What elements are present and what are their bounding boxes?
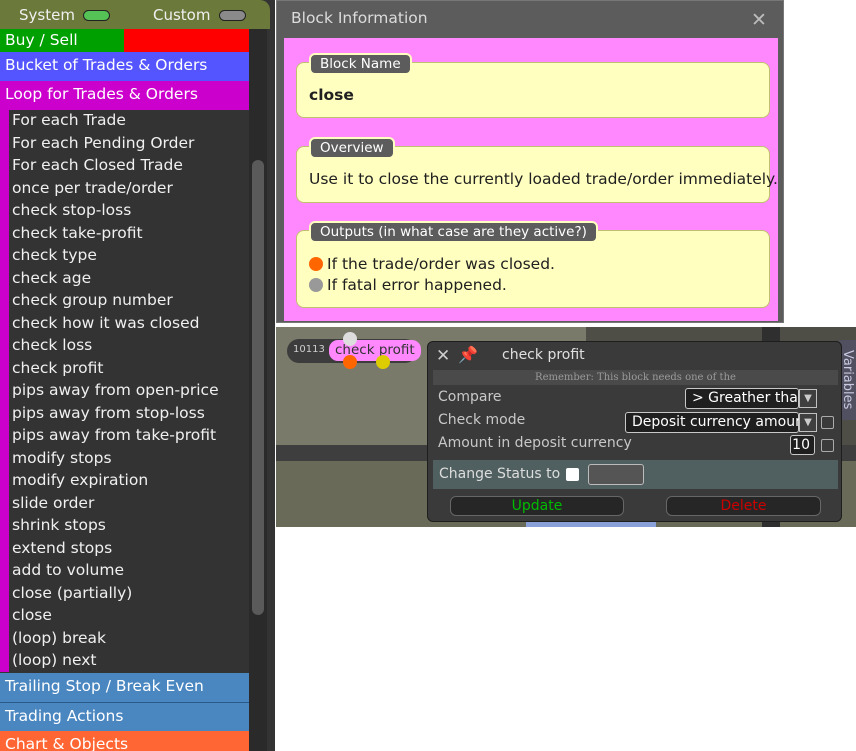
sidebar-block-item[interactable]: add to volume (12, 560, 124, 580)
dialog-title: check profit (502, 347, 585, 363)
sidebar-block-item[interactable]: (loop) break (12, 628, 106, 648)
update-button[interactable]: Update (450, 496, 624, 516)
sidebar-block-item[interactable]: check group number (12, 290, 173, 310)
sidebar-block-item[interactable]: check how it was closed (12, 313, 199, 333)
library-toggle-bar: System Custom (0, 0, 270, 29)
check-mode-select[interactable]: Deposit currency amount (625, 412, 809, 433)
chevron-down-icon[interactable]: ▼ (799, 413, 817, 432)
overview-text: Use it to close the currently loaded tra… (309, 170, 778, 188)
chevron-down-icon[interactable]: ▼ (799, 389, 817, 408)
delete-button[interactable]: Delete (666, 496, 821, 516)
sidebar-block-item[interactable]: modify expiration (12, 470, 148, 490)
sell-color-block (124, 29, 249, 52)
sidebar-block-item[interactable]: once per trade/order (12, 178, 173, 198)
amount-checkbox[interactable] (821, 439, 834, 452)
outputs-box: Outputs (in what case are they active?) … (296, 221, 770, 308)
sidebar-block-item[interactable]: check age (12, 268, 91, 288)
compare-label: Compare (438, 389, 502, 405)
sidebar-block-item[interactable]: pips away from take-profit (12, 425, 216, 445)
gray-dot-icon (309, 278, 323, 292)
amount-input[interactable]: 10 (790, 435, 815, 455)
sidebar-scroll-thumb[interactable] (252, 160, 264, 615)
category-chart-objects[interactable]: Chart & Objects (0, 731, 249, 751)
sidebar-block-item[interactable]: check loss (12, 335, 92, 355)
custom-toggle[interactable] (219, 10, 246, 21)
category-trailing[interactable]: Trailing Stop / Break Even (0, 673, 249, 702)
output-row: If fatal error happened. (309, 276, 507, 294)
loop-block-list: For each Trade For each Pending Order For … (0, 110, 249, 672)
sidebar-block-item[interactable]: For each Pending Order (12, 133, 194, 153)
sidebar-block-item[interactable]: (loop) next (12, 650, 96, 670)
change-status-checkbox[interactable] (566, 468, 579, 481)
sidebar-block-item[interactable]: pips away from stop-loss (12, 403, 205, 423)
custom-label: Custom (153, 6, 211, 24)
sidebar-block-item[interactable]: extend stops (12, 538, 112, 558)
sidebar-block-item[interactable]: close (partially) (12, 583, 132, 603)
sidebar-block-item[interactable]: pips away from open-price (12, 380, 219, 400)
sidebar-block-item[interactable]: check profit (12, 358, 104, 378)
check-mode-label: Check mode (438, 412, 526, 428)
check-profit-dialog: ✕ 📌 check profit Remember: This block ne… (427, 341, 842, 522)
box-label: Block Name (309, 53, 412, 75)
panel-body: Block Name close Overview Use it to clos… (284, 38, 778, 321)
category-buy-sell[interactable]: Buy / Sell (0, 29, 249, 52)
category-bucket[interactable]: Bucket of Trades & Orders (0, 52, 249, 81)
change-status-row: Change Status to (433, 460, 838, 489)
output-dot-icon[interactable] (343, 355, 357, 369)
box-label: Outputs (in what case are they active?) (309, 221, 598, 243)
block-id: 10113 (293, 344, 325, 355)
system-toggle[interactable] (83, 10, 110, 21)
blocks-sidebar: System Custom Buy / Sell Bucket of Trade… (0, 0, 275, 751)
output-text: If the trade/order was closed. (327, 255, 555, 273)
box-label: Overview (309, 137, 395, 159)
block-node-label[interactable]: check profit (329, 340, 421, 361)
orange-dot-icon (309, 257, 323, 271)
block-name-box: Block Name close (296, 53, 770, 118)
output-dot-icon[interactable] (376, 355, 390, 369)
overview-box: Overview Use it to close the currently l… (296, 137, 778, 203)
remember-note: Remember: This block needs one of the (433, 370, 838, 385)
category-loop[interactable]: Loop for Trades & Orders (0, 81, 249, 110)
sidebar-block-item[interactable]: check stop-loss (12, 200, 131, 220)
panel-title: Block Information (291, 9, 428, 27)
output-row: If the trade/order was closed. (309, 255, 555, 273)
sidebar-block-item[interactable]: For each Closed Trade (12, 155, 183, 175)
sidebar-block-item[interactable]: check type (12, 245, 97, 265)
category-label: Buy / Sell (5, 31, 78, 49)
category-stripe (0, 110, 9, 672)
pin-icon[interactable]: 📌 (458, 345, 478, 364)
change-status-label: Change Status to (439, 466, 561, 482)
input-dot-icon[interactable] (343, 332, 357, 346)
sidebar-block-item[interactable]: slide order (12, 493, 94, 513)
output-text: If fatal error happened. (327, 276, 507, 294)
sidebar-block-item[interactable]: close (12, 605, 52, 625)
category-trading-actions[interactable]: Trading Actions (0, 702, 249, 731)
sidebar-block-item[interactable]: shrink stops (12, 515, 106, 535)
check-mode-checkbox[interactable] (821, 416, 834, 429)
system-label: System (19, 6, 75, 24)
status-input[interactable] (588, 464, 644, 485)
amount-label: Amount in deposit currency (438, 435, 632, 451)
close-icon[interactable]: ✕ (751, 9, 767, 31)
sidebar-block-item[interactable]: check take-profit (12, 223, 143, 243)
sidebar-block-item[interactable]: For each Trade (12, 110, 126, 130)
compare-select[interactable]: > Greather than (685, 388, 807, 409)
sidebar-block-item[interactable]: modify stops (12, 448, 112, 468)
block-name: close (309, 86, 354, 104)
block-information-panel: Block Information ✕ Block Name close Ove… (276, 0, 784, 323)
close-icon[interactable]: ✕ (436, 346, 450, 366)
